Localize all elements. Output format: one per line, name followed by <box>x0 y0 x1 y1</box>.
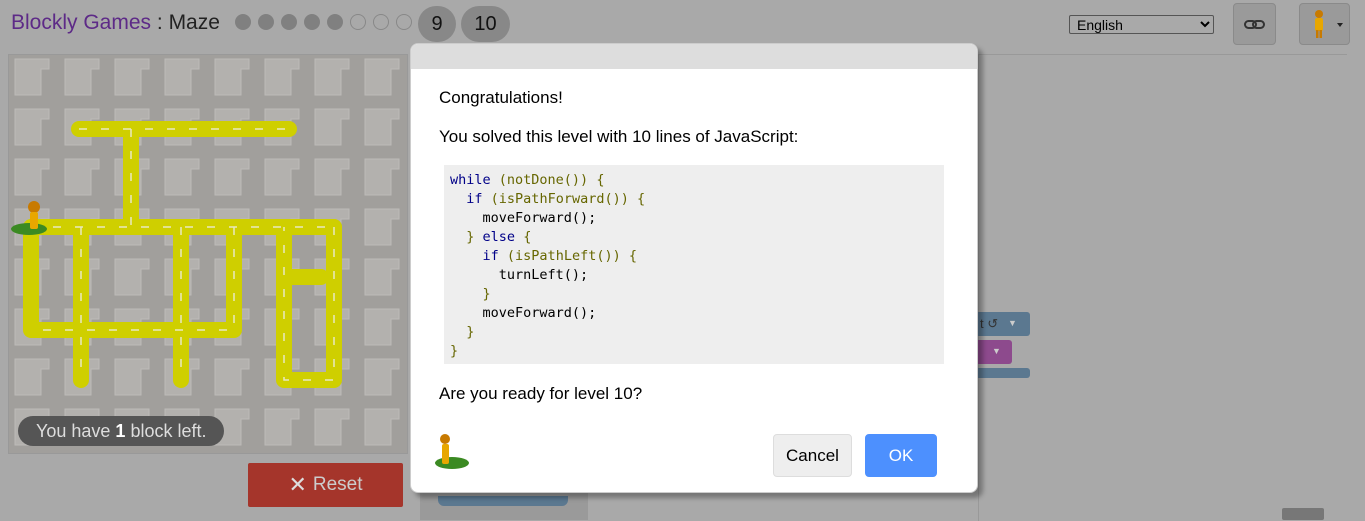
blocks-left-count: 1 <box>115 421 126 441</box>
trash-icon[interactable] <box>1282 508 1324 520</box>
blockly-workspace[interactable] <box>978 54 1347 521</box>
code-block: while (notDone()) { if (isPathForward())… <box>444 165 944 364</box>
dropdown-arrow-icon: ▼ <box>992 346 1001 356</box>
solved-text: You solved this level with 10 lines of J… <box>439 127 799 146</box>
code-line-2-kw: if <box>466 191 483 207</box>
blocks-left-prefix: You have <box>36 421 116 441</box>
code-line-5-rest: (isPathLeft()) { <box>506 248 637 264</box>
code-line-1-kw: while <box>450 172 491 188</box>
level-dot-3[interactable] <box>281 14 297 30</box>
language-select[interactable]: English <box>1069 15 1214 34</box>
dropdown-arrow-icon: ▼ <box>1008 318 1017 328</box>
cancel-button[interactable]: Cancel <box>773 434 852 477</box>
level-dot-5[interactable] <box>327 14 343 30</box>
level-dot-1[interactable] <box>235 14 251 30</box>
level-dots <box>235 14 419 30</box>
level-current[interactable]: 9 <box>418 6 456 42</box>
toolbox-block[interactable] <box>438 496 568 506</box>
code-line-2-rest: (isPathForward()) { <box>490 191 646 207</box>
blocks-left-badge: You have 1 block left. <box>18 416 225 446</box>
code-line-4-b: { <box>523 229 532 245</box>
reset-label: Reset <box>312 474 363 495</box>
workspace-block-bottom[interactable] <box>978 368 1030 378</box>
blocks-left-suffix: block left. <box>125 421 207 441</box>
level-dot-7[interactable] <box>373 14 389 30</box>
code-line-6: turnLeft(); <box>498 267 589 283</box>
congrats-heading: Congratulations! <box>439 88 563 107</box>
brand-link[interactable]: Blockly Games <box>11 11 151 34</box>
level-next[interactable]: 10 <box>461 6 510 42</box>
level-dot-6[interactable] <box>350 14 366 30</box>
level-dot-8[interactable] <box>396 14 412 30</box>
page-title: Blockly Games : Maze <box>11 11 220 35</box>
pegman-icon <box>1315 10 1343 38</box>
code-line-5-kw: if <box>482 248 499 264</box>
code-line-3: moveForward(); <box>482 210 597 226</box>
level-dot-2[interactable] <box>258 14 274 30</box>
code-line-1-rest: (notDone()) { <box>498 172 605 188</box>
congrats-dialog: Congratulations! You solved this level w… <box>410 43 978 493</box>
code-line-4-kw: else <box>482 229 516 245</box>
reset-button[interactable]: ✕ Reset <box>248 463 403 507</box>
pegman-icon <box>435 434 469 469</box>
code-line-4-a: } <box>466 229 475 245</box>
game-name: Maze <box>168 11 220 34</box>
code-text: while (notDone()) { if (isPathForward())… <box>450 171 944 361</box>
ok-button[interactable]: OK <box>865 434 937 477</box>
title-separator: : <box>151 11 169 34</box>
code-line-9: } <box>466 324 475 340</box>
ready-question: Are you ready for level 10? <box>439 384 643 403</box>
code-line-8: moveForward(); <box>482 305 597 321</box>
close-icon: ✕ <box>288 472 307 497</box>
dialog-titlebar[interactable] <box>411 44 977 69</box>
workspace-block-text: t ↺ <box>980 316 999 331</box>
link-button[interactable] <box>1233 3 1276 45</box>
code-line-7: } <box>482 286 491 302</box>
pegman-menu-button[interactable] <box>1299 3 1350 45</box>
header: Blockly Games : Maze 9 10 English <box>0 0 1365 48</box>
code-line-10: } <box>450 343 459 359</box>
level-dot-4[interactable] <box>304 14 320 30</box>
link-icon <box>1244 20 1265 29</box>
maze-canvas <box>8 54 408 454</box>
maze-drawing <box>9 55 407 453</box>
